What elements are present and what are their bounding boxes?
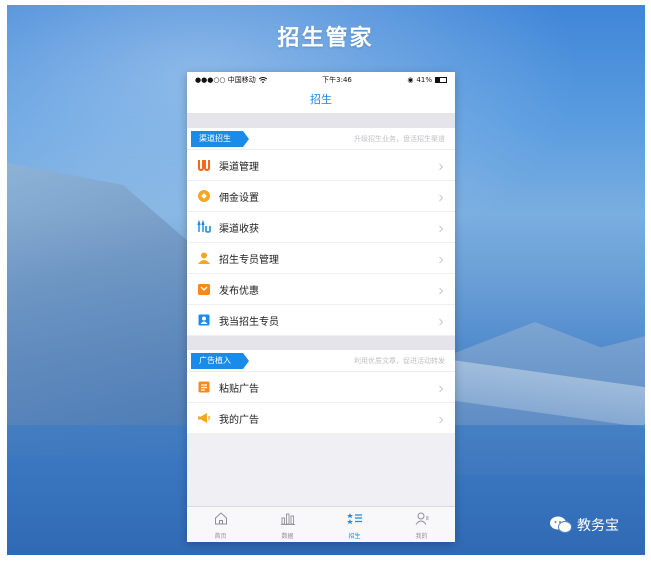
menu-item[interactable]: 我的广告: [187, 403, 455, 434]
home-icon: [214, 510, 228, 529]
menu-item-label: 粘贴广告: [219, 383, 259, 395]
section-gap: [187, 336, 455, 350]
menu-item-label: 招生专员管理: [219, 254, 279, 266]
list-star-icon: [346, 510, 363, 529]
paste-ad-icon: [197, 380, 211, 394]
carrier-text: ●●●○○ 中国移动: [195, 76, 256, 84]
menu-item-label: 发布优惠: [219, 285, 259, 297]
section-gap: [187, 114, 455, 128]
tab-label: 我的: [415, 532, 428, 540]
watermark: 教务宝: [550, 515, 619, 535]
coupon-icon: [197, 282, 211, 296]
chevron-right-icon: [437, 249, 445, 268]
section-header: 渠道招生 升级招生业务，盘活招生渠道: [187, 128, 455, 150]
menu-item-label: 我当招生专员: [219, 316, 279, 328]
menu-item[interactable]: 渠道收获: [187, 212, 455, 243]
menu-item[interactable]: 佣金设置: [187, 181, 455, 212]
section-tag: 渠道招生: [191, 130, 249, 147]
battery-icon: [434, 77, 447, 83]
channel-manage-icon: [197, 158, 211, 172]
chevron-right-icon: [437, 378, 445, 397]
menu-item-label: 渠道收获: [219, 223, 259, 235]
tab-item[interactable]: 我的: [388, 507, 455, 542]
chart-icon: [280, 510, 296, 529]
menu-item-label: 渠道管理: [219, 161, 259, 173]
chevron-right-icon: [437, 409, 445, 428]
chevron-right-icon: [437, 280, 445, 299]
tab-item[interactable]: 招生: [321, 507, 388, 542]
megaphone-icon: [197, 411, 211, 425]
chevron-right-icon: [437, 187, 445, 206]
chevron-right-icon: [437, 311, 445, 330]
recruiter-icon: [197, 251, 211, 265]
menu-item-label: 佣金设置: [219, 192, 259, 204]
tab-bar: 首页 数据 招生 我的: [187, 506, 455, 542]
section-hint: 利用优质文章，促进活动转发: [354, 356, 445, 365]
menu-item[interactable]: 招生专员管理: [187, 243, 455, 274]
commission-icon: [197, 189, 211, 203]
tab-label: 招生: [348, 532, 361, 540]
tab-label: 首页: [214, 532, 227, 540]
poster-title: 招生管家: [277, 26, 374, 51]
badge-icon: [197, 313, 211, 327]
tab-label: 数据: [281, 532, 294, 540]
nav-title: 招生: [187, 88, 455, 114]
menu-item[interactable]: 粘贴广告: [187, 372, 455, 403]
menu-item-label: 我的广告: [219, 414, 259, 426]
menu-sections: 渠道招生 升级招生业务，盘活招生渠道 渠道管理 佣金设置 渠道收获 招生专员管理…: [187, 114, 455, 434]
menu-item[interactable]: 发布优惠: [187, 274, 455, 305]
tab-item[interactable]: 数据: [254, 507, 321, 542]
chevron-right-icon: [437, 156, 445, 175]
user-icon: [415, 510, 429, 529]
section-hint: 升级招生业务，盘活招生渠道: [354, 134, 445, 143]
phone-screen: ●●●○○ 中国移动 下午3:46 ◉ 41% 招生 渠道招生 升级招生业务，盘…: [187, 72, 455, 542]
orientation-lock-icon: ◉: [407, 76, 414, 84]
status-bar: ●●●○○ 中国移动 下午3:46 ◉ 41%: [187, 72, 455, 88]
section-header: 广告植入 利用优质文章，促进活动转发: [187, 350, 455, 372]
wechat-icon: [550, 516, 572, 533]
menu-item[interactable]: 渠道管理: [187, 150, 455, 181]
status-time: 下午3:46: [322, 76, 352, 84]
chevron-right-icon: [437, 218, 445, 237]
section-tag: 广告植入: [191, 352, 249, 369]
tab-item[interactable]: 首页: [187, 507, 254, 542]
watermark-text: 教务宝: [577, 518, 619, 534]
battery-percent: 41%: [416, 76, 432, 84]
menu-item[interactable]: 我当招生专员: [187, 305, 455, 336]
channel-harvest-icon: [197, 220, 211, 234]
wifi-icon: [258, 77, 267, 83]
